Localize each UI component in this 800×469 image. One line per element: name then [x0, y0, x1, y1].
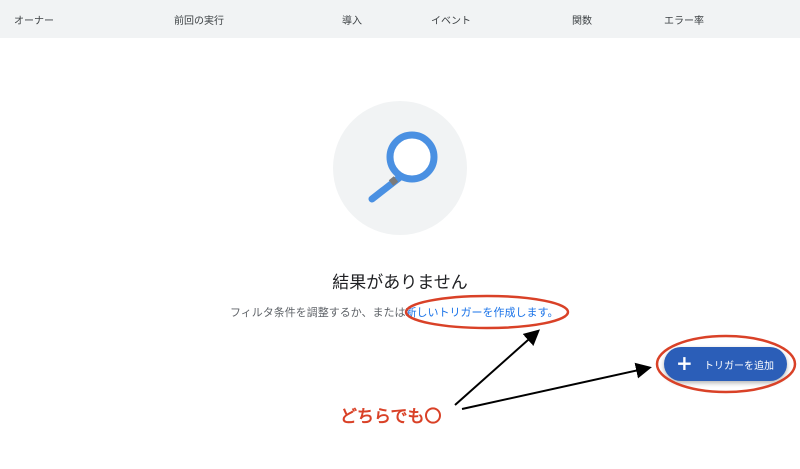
empty-state-description-text: フィルタ条件を調整するか、または: [230, 306, 406, 319]
column-deployment[interactable]: 導入: [342, 12, 362, 27]
add-trigger-button[interactable]: + トリガーを追加: [664, 347, 787, 381]
column-error-rate[interactable]: エラー率: [664, 12, 704, 27]
column-function[interactable]: 関数: [572, 12, 592, 27]
search-icon: [368, 131, 438, 203]
empty-state-description: フィルタ条件を調整するか、または新しいトリガーを作成します。: [230, 304, 558, 320]
annotation-text: どちらでも〇: [340, 407, 442, 427]
page: オーナー 前回の実行 導入 イベント 関数 エラー率 結果がありません フィルタ…: [0, 0, 800, 469]
column-owner[interactable]: オーナー: [14, 12, 54, 27]
column-last-run[interactable]: 前回の実行: [174, 12, 224, 27]
create-trigger-link[interactable]: 新しいトリガーを作成します。: [406, 306, 559, 319]
table-header: オーナー 前回の実行 導入 イベント 関数 エラー率: [0, 0, 800, 38]
empty-state-illustration: [333, 101, 467, 235]
add-trigger-label: トリガーを追加: [704, 361, 774, 372]
annotation-arrow-to-link: [454, 329, 540, 406]
column-event[interactable]: イベント: [431, 12, 471, 27]
plus-icon: +: [676, 351, 693, 375]
empty-state-title: 結果がありません: [332, 273, 468, 293]
annotation-arrow-to-button: [461, 362, 652, 410]
